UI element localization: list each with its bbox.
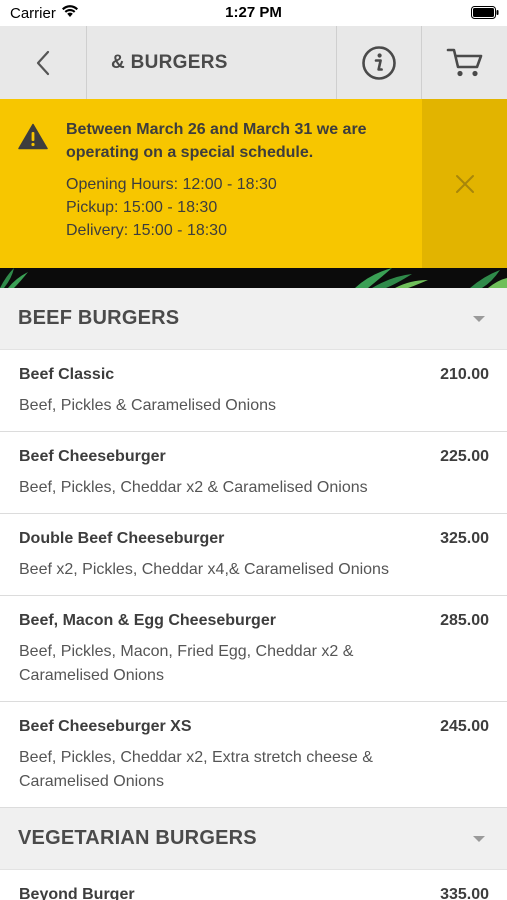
item-name: Beef, Macon & Egg Cheeseburger [19, 612, 276, 629]
item-price: 210.00 [440, 366, 489, 383]
warning-icon [18, 123, 48, 155]
category-name: BEEF BURGERS [18, 307, 180, 329]
item-price: 225.00 [440, 448, 489, 465]
menu-item[interactable]: Beef Cheeseburger XS 245.00 Beef, Pickle… [0, 702, 507, 808]
menu-item[interactable]: Beef Cheeseburger 225.00 Beef, Pickles, … [0, 432, 507, 514]
item-description: Beef, Pickles, Macon, Fried Egg, Cheddar… [19, 643, 354, 684]
notice-headline: Between March 26 and March 31 we are ope… [66, 121, 367, 161]
item-description: Beef, Pickles, Cheddar x2 & Caramelised … [19, 479, 368, 496]
schedule-notice: Between March 26 and March 31 we are ope… [0, 99, 507, 268]
item-description: Beef, Pickles & Caramelised Onions [19, 397, 276, 414]
item-name: Double Beef Cheeseburger [19, 530, 225, 547]
pickup-hours-line: Pickup: 15:00 - 18:30 [66, 199, 218, 216]
notice-close-button[interactable] [422, 99, 507, 268]
item-name: Beef Classic [19, 366, 115, 383]
info-icon [362, 45, 396, 80]
menu-item[interactable]: Beef, Macon & Egg Cheeseburger 285.00 Be… [0, 596, 507, 702]
delivery-hours-line: Delivery: 15:00 - 18:30 [66, 222, 227, 239]
menu-item[interactable]: Beyond Burger 335.00 [0, 870, 507, 900]
category-name: VEGETARIAN BURGERS [18, 827, 257, 849]
banner-image [0, 268, 507, 288]
nav-bar: & BURGERS [0, 26, 507, 99]
leaf-decoration [0, 268, 507, 288]
chevron-down-icon [473, 315, 485, 322]
battery-icon [471, 6, 499, 24]
status-bar: Carrier 1:27 PM [0, 0, 507, 26]
category-header-beef-burgers[interactable]: BEEF BURGERS [0, 288, 507, 350]
item-price: 325.00 [440, 530, 489, 547]
notice-details: Opening Hours: 12:00 - 18:30 Pickup: 15:… [66, 173, 277, 242]
item-name: Beef Cheeseburger XS [19, 718, 192, 735]
item-price: 245.00 [440, 718, 489, 735]
chevron-down-icon [473, 835, 485, 842]
chevron-left-icon [36, 50, 50, 75]
info-button[interactable] [336, 26, 422, 99]
item-price: 285.00 [440, 612, 489, 629]
page-title: & BURGERS [111, 52, 228, 73]
back-button[interactable] [0, 26, 87, 99]
menu-list: BEEF BURGERS Beef Classic 210.00 Beef, P… [0, 288, 507, 900]
item-name: Beyond Burger [19, 886, 135, 900]
opening-hours-line: Opening Hours: 12:00 - 18:30 [66, 176, 277, 193]
close-icon [455, 174, 474, 193]
item-price: 335.00 [440, 886, 489, 900]
menu-item[interactable]: Double Beef Cheeseburger 325.00 Beef x2,… [0, 514, 507, 596]
clock: 1:27 PM [225, 4, 282, 21]
menu-item[interactable]: Beef Classic 210.00 Beef, Pickles & Cara… [0, 350, 507, 432]
cart-icon [446, 48, 482, 76]
cart-button[interactable] [422, 26, 507, 99]
item-description: Beef x2, Pickles, Cheddar x4,& Caramelis… [19, 561, 389, 578]
item-description: Beef, Pickles, Cheddar x2, Extra stretch… [19, 749, 373, 790]
item-name: Beef Cheeseburger [19, 448, 166, 465]
category-header-vegetarian-burgers[interactable]: VEGETARIAN BURGERS [0, 808, 507, 870]
